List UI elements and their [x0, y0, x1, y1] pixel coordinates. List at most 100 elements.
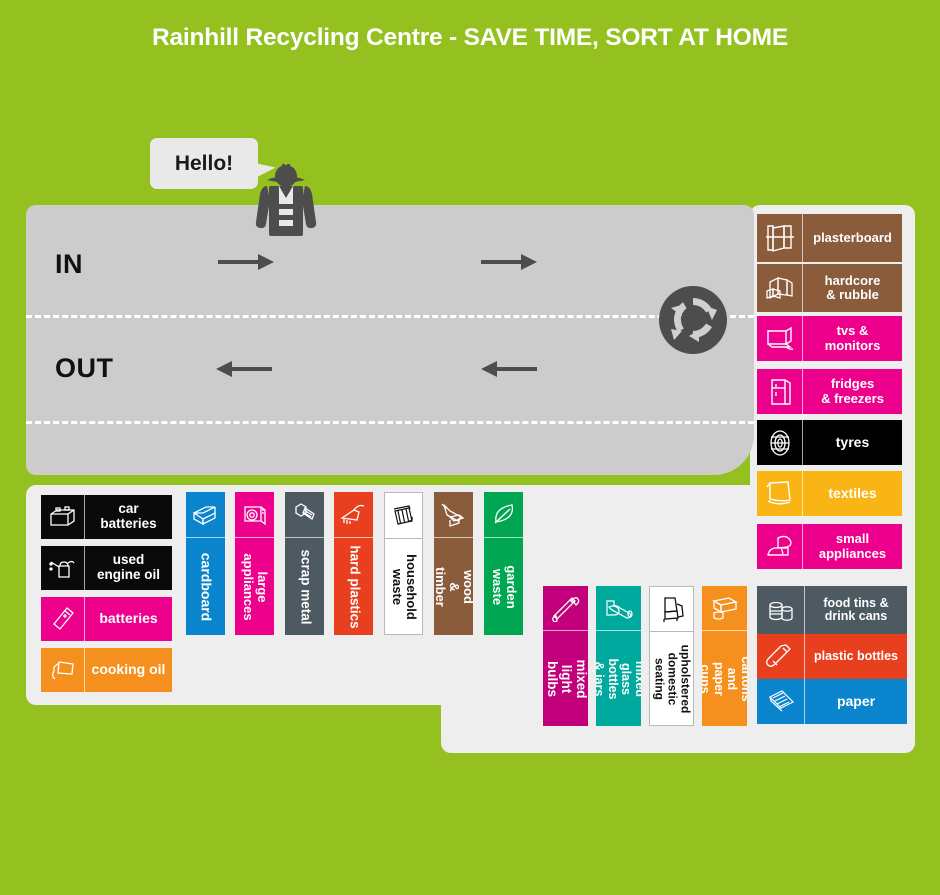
card-label-wrap: hard plastics	[334, 538, 373, 635]
out-arrow-2	[481, 360, 537, 378]
card-label-wrap: cartons and paper cups	[702, 631, 747, 726]
worker-hi-vis-hard-hat-icon	[255, 160, 317, 242]
card-plasterboard[interactable]: plasterboard	[757, 214, 902, 262]
battery-icon	[41, 597, 85, 641]
card-large-appliances[interactable]: large appliances	[235, 492, 274, 635]
card-tvs-monitors[interactable]: tvs & monitors	[757, 316, 902, 361]
card-label: scrap metal	[297, 548, 313, 625]
card-hard-plastics[interactable]: hard plastics	[334, 492, 373, 635]
card-tyres[interactable]: tyres	[757, 420, 902, 465]
card-label: household waste	[389, 553, 419, 620]
card-label-wrap: wood & timber	[434, 538, 473, 635]
card-label: mixed light bulbs	[544, 658, 588, 699]
out-arrow-1	[216, 360, 272, 378]
car-battery-icon	[41, 495, 85, 539]
in-arrow-2	[481, 253, 537, 271]
in-label: IN	[55, 249, 83, 279]
card-label: mixed glass bottles & jars	[596, 658, 641, 699]
page-title: Rainhill Recycling Centre - SAVE TIME, S…	[152, 24, 788, 51]
card-label-wrap: upholstered domestic seating	[650, 632, 693, 725]
card-car-batteries[interactable]: car batteries	[41, 495, 172, 539]
tyre-icon	[757, 420, 803, 465]
card-plastic-bottles[interactable]: plastic bottles	[757, 634, 907, 679]
card-label: cardboard	[198, 552, 215, 621]
carton-cup-icon	[702, 586, 747, 631]
card-label-wrap: scrap metal	[285, 538, 324, 635]
card-label-wrap: garden waste	[484, 538, 523, 635]
card-label: food tins & drink cans	[823, 595, 889, 623]
card-label-wrap: mixed glass bottles & jars	[596, 631, 641, 726]
card-used-engine-oil[interactable]: used engine oil	[41, 546, 172, 590]
out-label: OUT	[55, 353, 114, 383]
card-label: textiles	[828, 484, 877, 501]
card-cardboard[interactable]: cardboard	[186, 492, 225, 635]
in-arrow-1	[218, 253, 274, 271]
speech-bubble: Hello!	[150, 138, 258, 189]
bolt-icon	[285, 492, 324, 538]
fridge-icon	[757, 369, 803, 414]
monitor-icon	[757, 316, 803, 361]
paper-sheets-icon	[757, 679, 805, 724]
speech-bubble-text: Hello!	[174, 151, 234, 175]
card-label: wood & timber	[434, 566, 473, 607]
rubble-icon	[757, 264, 803, 312]
card-upholstered-domestic-seating[interactable]: upholstered domestic seating	[649, 586, 694, 726]
card-label: batteries	[99, 610, 158, 627]
recycle-arrows-icon	[659, 286, 727, 354]
card-label: tyres	[835, 433, 870, 450]
card-batteries[interactable]: batteries	[41, 597, 172, 641]
site-roadway: IN OUT	[26, 205, 754, 475]
recycling-centre-map: Rainhill Recycling Centre - SAVE TIME, S…	[0, 0, 940, 895]
card-label-wrap: mixed light bulbs	[543, 631, 588, 726]
leaf-icon	[484, 492, 523, 538]
card-hardcore-rubble[interactable]: hardcore & rubble	[757, 264, 902, 312]
card-label: small appliances	[818, 531, 887, 561]
textiles-icon	[757, 471, 803, 516]
card-mixed-light-bulbs[interactable]: mixed light bulbs	[543, 586, 588, 726]
washing-machine-icon	[235, 492, 274, 538]
card-label: hardcore & rubble	[824, 272, 881, 302]
plastic-bottle-icon	[757, 634, 805, 679]
oil-bottle-icon	[41, 648, 85, 692]
card-textiles[interactable]: textiles	[757, 471, 902, 516]
card-wood-timber[interactable]: wood & timber	[434, 492, 473, 635]
card-label: garden waste	[489, 564, 519, 609]
card-label: plastic bottles	[813, 648, 899, 663]
card-label: car batteries	[100, 501, 157, 531]
card-label: fridges & freezers	[821, 376, 884, 406]
lane-divider-1	[26, 315, 754, 318]
card-mixed-glass-bottles-jars[interactable]: mixed glass bottles & jars	[596, 586, 641, 726]
card-paper[interactable]: paper	[757, 679, 907, 724]
card-label: upholstered domestic seating	[652, 644, 692, 713]
card-household-waste[interactable]: household waste	[384, 492, 423, 635]
card-scrap-metal[interactable]: scrap metal	[285, 492, 324, 635]
tin-cans-icon	[757, 586, 805, 634]
light-bulbs-icon	[543, 586, 588, 631]
card-fridges-freezers[interactable]: fridges & freezers	[757, 369, 902, 414]
card-label: cartons and paper cups	[702, 655, 747, 702]
card-label: large appliances	[240, 552, 270, 621]
wheelie-bin-icon	[385, 493, 422, 539]
card-label-wrap: large appliances	[235, 538, 274, 635]
plasterboard-icon	[757, 214, 803, 262]
glass-bottles-icon	[596, 586, 641, 631]
card-cooking-oil[interactable]: cooking oil	[41, 648, 172, 692]
card-label: tvs & monitors	[824, 323, 881, 353]
lane-divider-2	[26, 421, 754, 424]
card-garden-waste[interactable]: garden waste	[484, 492, 523, 635]
card-label-wrap: household waste	[385, 539, 422, 634]
card-label: plasterboard	[813, 229, 892, 245]
card-cartons-and-paper-cups[interactable]: cartons and paper cups	[702, 586, 747, 726]
card-food-tins-drink-cans[interactable]: food tins & drink cans	[757, 586, 907, 634]
armchair-icon	[650, 587, 693, 632]
card-label: hard plastics	[346, 544, 362, 629]
card-label: used engine oil	[96, 552, 160, 582]
card-label: cooking oil	[91, 661, 166, 678]
cardboard-box-icon	[186, 492, 225, 538]
card-small-appliances[interactable]: small appliances	[757, 524, 902, 569]
hard-plastics-icon	[334, 492, 373, 538]
timber-icon	[434, 492, 473, 538]
card-label: paper	[836, 692, 876, 709]
hairdryer-iron-icon	[757, 524, 803, 569]
card-label-wrap: cardboard	[186, 538, 225, 635]
